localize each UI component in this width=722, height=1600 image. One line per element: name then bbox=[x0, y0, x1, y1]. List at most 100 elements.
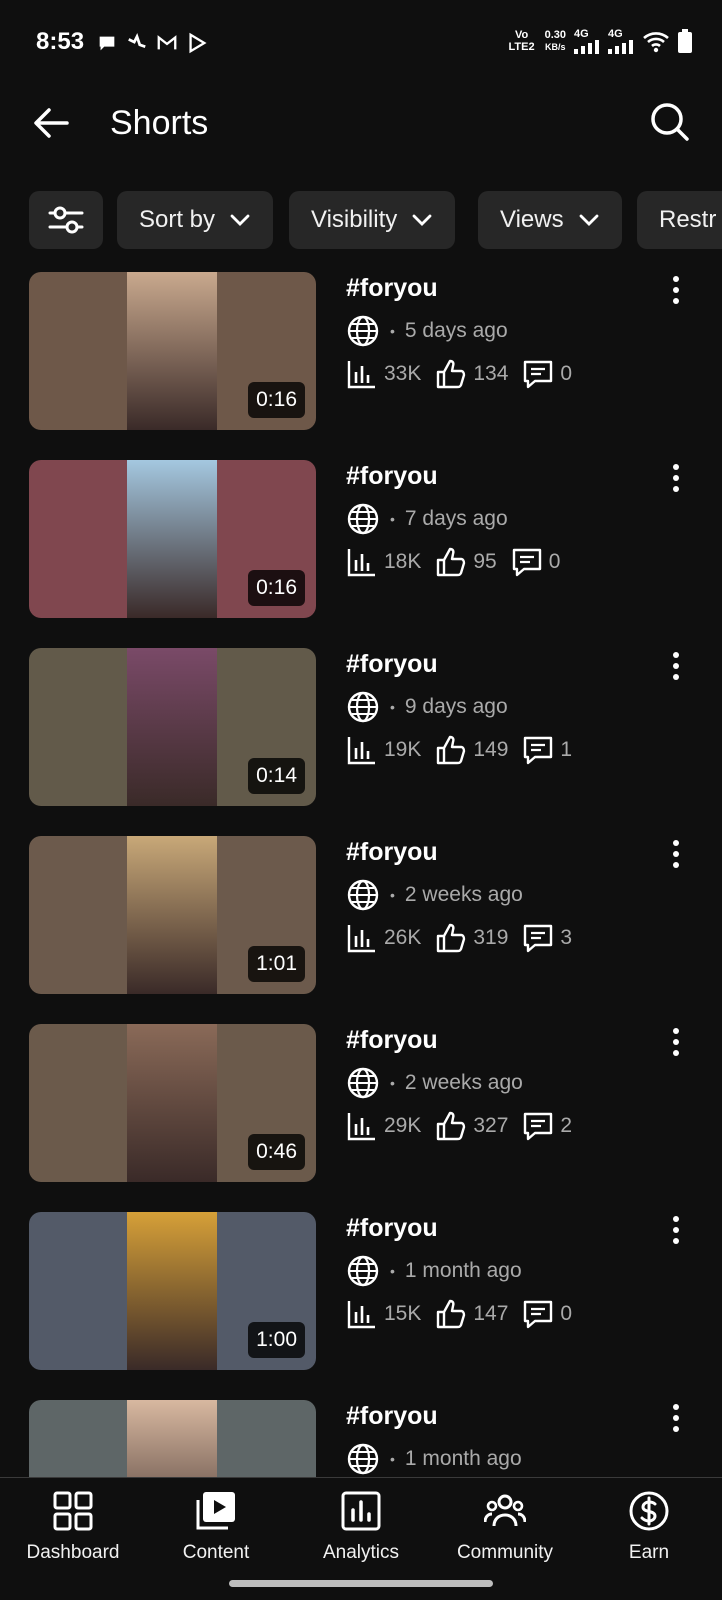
arrow-left-icon bbox=[34, 108, 69, 138]
video-row[interactable]: 0:46 #foryou • 2 weeks ago 29K 327 2 bbox=[0, 1024, 722, 1184]
video-stats: 18K 95 0 bbox=[346, 546, 574, 578]
video-title[interactable]: #foryou bbox=[346, 462, 438, 491]
video-meta: • 1 month ago bbox=[346, 1254, 522, 1288]
home-indicator[interactable] bbox=[229, 1580, 493, 1587]
video-duration: 0:16 bbox=[248, 570, 305, 606]
analytics-icon bbox=[341, 1491, 381, 1531]
thumbs-up-icon bbox=[437, 923, 466, 953]
signal-bars-icon bbox=[574, 40, 599, 54]
nav-community[interactable]: Community bbox=[440, 1488, 570, 1574]
views-count: 33K bbox=[384, 362, 422, 385]
video-row[interactable]: 1:01 #foryou • 2 weeks ago 26K 319 3 bbox=[0, 836, 722, 996]
more-options-button[interactable] bbox=[664, 652, 688, 680]
dashboard-icon bbox=[53, 1491, 93, 1531]
video-age: 5 days ago bbox=[404, 319, 508, 342]
video-row[interactable]: #foryou • 1 month ago bbox=[0, 1400, 722, 1477]
video-thumbnail[interactable]: 0:14 bbox=[29, 648, 316, 806]
separator-dot: • bbox=[390, 699, 395, 715]
video-thumbnail[interactable]: 0:16 bbox=[29, 460, 316, 618]
more-options-button[interactable] bbox=[664, 1028, 688, 1056]
more-options-button[interactable] bbox=[664, 464, 688, 492]
network-type-2: 4G bbox=[608, 28, 623, 40]
nav-community-label: Community bbox=[456, 1542, 554, 1563]
phone-icon bbox=[128, 32, 146, 48]
visibility-chip[interactable]: Visibility bbox=[289, 191, 456, 249]
views-stat: 33K bbox=[346, 358, 421, 390]
app-header: Shorts bbox=[0, 84, 722, 188]
video-thumbnail[interactable]: 0:46 bbox=[29, 1024, 316, 1182]
restrictions-chip[interactable]: Restr bbox=[637, 191, 722, 249]
signal-1: 4G bbox=[574, 28, 600, 54]
bar-chart-icon bbox=[347, 925, 375, 953]
globe-icon bbox=[347, 1255, 379, 1287]
speed-unit: KB/s bbox=[545, 42, 566, 52]
video-thumbnail[interactable]: 0:16 bbox=[29, 272, 316, 430]
nav-analytics[interactable]: Analytics bbox=[296, 1488, 426, 1574]
views-chip[interactable]: Views bbox=[478, 191, 622, 249]
comments-stat: 0 bbox=[522, 358, 572, 390]
signal-2: 4G bbox=[608, 28, 634, 54]
comments-count: 0 bbox=[560, 362, 573, 385]
notification-icons bbox=[96, 32, 208, 54]
likes-count: 149 bbox=[473, 738, 509, 761]
nav-earn[interactable]: Earn bbox=[584, 1488, 714, 1574]
video-title[interactable]: #foryou bbox=[346, 650, 438, 679]
thumbs-up-icon bbox=[437, 1299, 466, 1329]
back-button[interactable] bbox=[26, 98, 76, 148]
views-count: 15K bbox=[384, 1302, 422, 1325]
more-options-button[interactable] bbox=[664, 1216, 688, 1244]
separator-dot: • bbox=[390, 323, 395, 339]
likes-stat: 149 bbox=[435, 734, 508, 766]
video-thumbnail[interactable] bbox=[29, 1400, 316, 1477]
nav-dashboard[interactable]: Dashboard bbox=[8, 1488, 138, 1574]
filter-chip-bar: Sort by Visibility Views Restr bbox=[0, 191, 722, 249]
nav-content[interactable]: Content bbox=[151, 1488, 281, 1574]
video-meta: • 7 days ago bbox=[346, 502, 508, 536]
nav-dashboard-label: Dashboard bbox=[26, 1542, 120, 1563]
comments-count: 1 bbox=[560, 738, 573, 761]
video-age: 9 days ago bbox=[404, 695, 508, 718]
video-stats: 19K 149 1 bbox=[346, 734, 586, 766]
video-title[interactable]: #foryou bbox=[346, 1402, 438, 1431]
video-thumbnail[interactable]: 1:00 bbox=[29, 1212, 316, 1370]
video-thumbnail[interactable]: 1:01 bbox=[29, 836, 316, 994]
video-title[interactable]: #foryou bbox=[346, 1214, 438, 1243]
thumbnail-image bbox=[127, 836, 217, 994]
likes-count: 134 bbox=[473, 362, 509, 385]
video-row[interactable]: 0:14 #foryou • 9 days ago 19K 149 1 bbox=[0, 648, 722, 808]
video-age: 2 weeks ago bbox=[404, 1071, 523, 1094]
comments-stat: 0 bbox=[511, 546, 561, 578]
views-stat: 26K bbox=[346, 922, 421, 954]
views-label: Views bbox=[500, 206, 564, 233]
filter-settings-chip[interactable] bbox=[29, 191, 103, 249]
separator-dot: • bbox=[390, 511, 395, 527]
battery-icon bbox=[678, 29, 692, 53]
bar-chart-icon bbox=[347, 1113, 375, 1141]
likes-count: 319 bbox=[473, 926, 509, 949]
views-count: 26K bbox=[384, 926, 422, 949]
video-row[interactable]: 1:00 #foryou • 1 month ago 15K 147 0 bbox=[0, 1212, 722, 1372]
more-options-button[interactable] bbox=[664, 840, 688, 868]
video-title[interactable]: #foryou bbox=[346, 1026, 438, 1055]
video-age: 2 weeks ago bbox=[404, 883, 523, 906]
more-options-button[interactable] bbox=[664, 276, 688, 304]
more-options-button[interactable] bbox=[664, 1404, 688, 1432]
video-meta: • 2 weeks ago bbox=[346, 1066, 523, 1100]
video-title[interactable]: #foryou bbox=[346, 274, 438, 303]
bar-chart-icon bbox=[347, 737, 375, 765]
separator-dot: • bbox=[390, 1075, 395, 1091]
likes-stat: 327 bbox=[435, 1110, 508, 1142]
views-stat: 19K bbox=[346, 734, 421, 766]
video-row[interactable]: 0:16 #foryou • 5 days ago 33K 134 0 bbox=[0, 272, 722, 432]
video-row[interactable]: 0:16 #foryou • 7 days ago 18K 95 0 bbox=[0, 460, 722, 620]
sort-by-chip[interactable]: Sort by bbox=[117, 191, 274, 249]
globe-icon bbox=[347, 315, 379, 347]
video-title[interactable]: #foryou bbox=[346, 838, 438, 867]
status-time: 8:53 bbox=[36, 28, 85, 55]
comments-count: 0 bbox=[548, 550, 561, 573]
video-age: 1 month ago bbox=[404, 1259, 522, 1282]
globe-icon bbox=[347, 691, 379, 723]
search-button[interactable] bbox=[644, 96, 696, 148]
thumbs-up-icon bbox=[437, 735, 466, 765]
comments-stat: 1 bbox=[522, 734, 572, 766]
